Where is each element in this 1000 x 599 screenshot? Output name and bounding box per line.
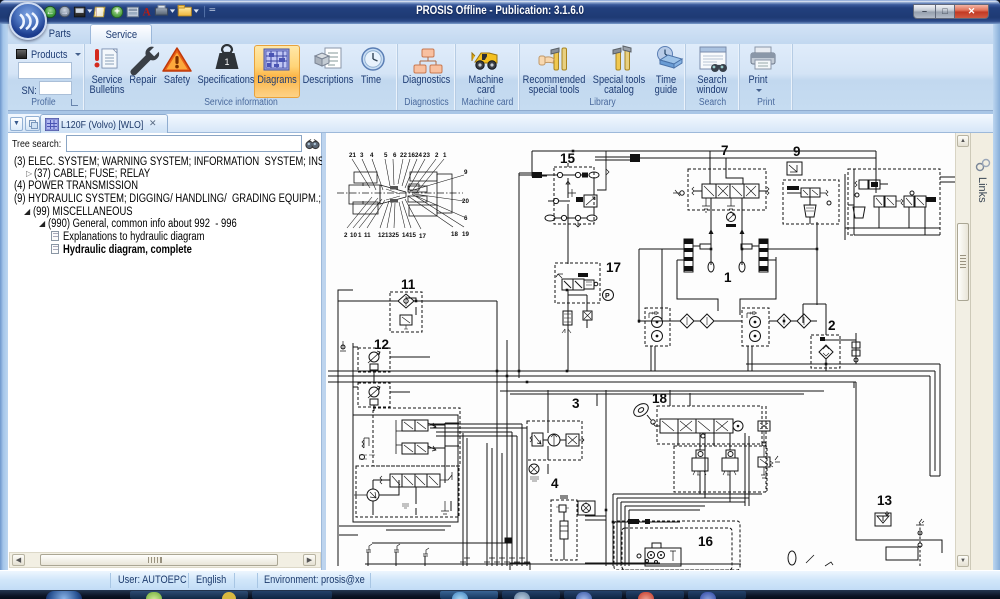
svg-text:4: 4 (551, 476, 559, 491)
svg-text:1: 1 (443, 152, 447, 159)
svg-text:13: 13 (877, 493, 893, 508)
svg-text:11: 11 (401, 277, 416, 292)
svg-text:2: 2 (828, 318, 836, 333)
svg-text:3: 3 (572, 396, 580, 411)
svg-text:2: 2 (435, 152, 439, 159)
svg-text:17: 17 (419, 233, 426, 240)
svg-text:25: 25 (392, 232, 399, 239)
svg-text:20: 20 (462, 198, 469, 205)
svg-text:3: 3 (360, 152, 364, 159)
svg-text:16: 16 (698, 534, 714, 549)
svg-text:15: 15 (409, 232, 416, 239)
svg-text:11: 11 (364, 232, 371, 239)
svg-text:24: 24 (415, 152, 422, 159)
svg-text:1: 1 (358, 232, 362, 239)
svg-text:22: 22 (400, 152, 407, 159)
svg-text:10: 10 (350, 232, 357, 239)
svg-text:P: P (605, 293, 610, 300)
svg-text:18: 18 (652, 391, 668, 406)
svg-text:1: 1 (224, 57, 229, 67)
svg-text:12: 12 (374, 337, 389, 352)
svg-text:9: 9 (464, 169, 468, 176)
svg-text:4: 4 (370, 152, 374, 159)
svg-text:19: 19 (462, 231, 469, 238)
svg-text:+O: +O (651, 311, 658, 317)
svg-text:6: 6 (393, 152, 397, 159)
svg-text:2: 2 (344, 232, 348, 239)
svg-text:1: 1 (724, 270, 732, 285)
svg-text:5: 5 (384, 152, 388, 159)
svg-text:18: 18 (451, 231, 458, 238)
svg-text:6: 6 (464, 215, 468, 222)
svg-text:23: 23 (423, 152, 430, 159)
svg-text:17: 17 (606, 260, 621, 275)
svg-text:21: 21 (349, 152, 356, 159)
svg-text:+O: +O (749, 311, 756, 317)
